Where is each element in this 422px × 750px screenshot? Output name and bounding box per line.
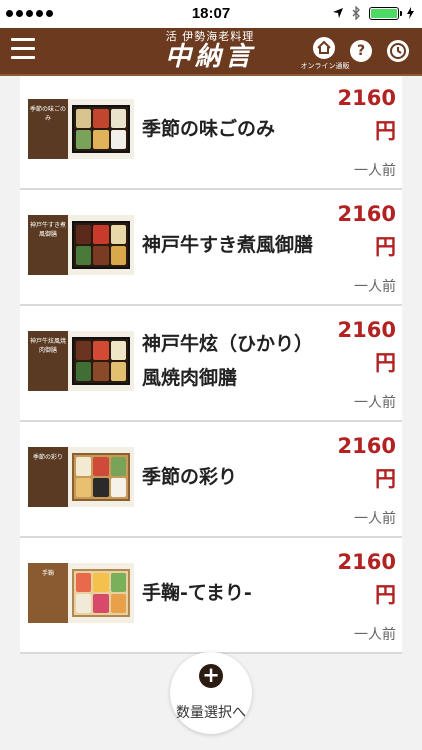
logo-title: 中納言 — [164, 42, 255, 72]
price-unit: 円 — [375, 235, 396, 259]
quantity-select-button[interactable]: + 数量選択へ — [170, 652, 252, 734]
product-thumbnail: 季節の味ごのみ — [28, 99, 134, 159]
hamburger-icon — [11, 38, 35, 41]
bento-box-image — [72, 453, 130, 501]
serving-size: 一人前 — [354, 279, 396, 295]
product-list: 季節の味ごのみ 季節の味ごのみ 2160 円 一人前 神戸牛すき煮風御膳 神戸牛… — [20, 76, 402, 654]
thumbnail-caption: 神戸牛炫風焼肉御膳 — [28, 331, 68, 391]
price-unit: 円 — [375, 583, 396, 607]
thumbnail-caption: 季節の彩り — [28, 447, 68, 507]
quantity-select-label: 数量選択へ — [176, 705, 246, 721]
question-mark-icon: ? — [356, 43, 366, 59]
product-list-container[interactable]: 季節の味ごのみ 季節の味ごのみ 2160 円 一人前 神戸牛すき煮風御膳 神戸牛… — [0, 76, 422, 750]
product-item[interactable]: 季節の彩り 季節の彩り 2160 円 一人前 — [20, 422, 402, 538]
price-unit: 円 — [375, 351, 396, 375]
home-button[interactable] — [313, 37, 335, 59]
price-amount: 2160 — [337, 434, 396, 458]
bluetooth-icon — [352, 6, 360, 20]
product-thumbnail: 神戸牛炫風焼肉御膳 — [28, 331, 134, 391]
price-unit: 円 — [375, 467, 396, 491]
location-arrow-icon — [333, 8, 343, 18]
serving-size: 一人前 — [354, 627, 396, 643]
product-item[interactable]: 手鞠 手鞠-てまり- 2160 円 一人前 — [20, 538, 402, 654]
battery-icon — [369, 6, 402, 20]
bento-box-image — [72, 105, 130, 153]
serving-size: 一人前 — [354, 163, 396, 179]
product-item[interactable]: 季節の味ごのみ 季節の味ごのみ 2160 円 一人前 — [20, 76, 402, 190]
product-name: 神戸牛炫（ひかり）風焼肉御膳 — [142, 333, 314, 389]
product-price: 2160 円 — [326, 198, 396, 264]
product-price: 2160 円 — [326, 430, 396, 496]
app-header: 活 伊勢海老料理 中納言 オンライン通販 ? — [0, 28, 422, 76]
price-amount: 2160 — [337, 202, 396, 226]
price-amount: 2160 — [337, 550, 396, 574]
product-price: 2160 円 — [326, 546, 396, 612]
product-item[interactable]: 神戸牛すき煮風御膳 神戸牛すき煮風御膳 2160 円 一人前 — [20, 190, 402, 306]
serving-size: 一人前 — [354, 395, 396, 411]
home-label: オンライン通販 — [300, 62, 350, 70]
product-thumbnail: 季節の彩り — [28, 447, 134, 507]
product-name: 季節の彩り — [142, 466, 238, 488]
home-icon — [317, 40, 331, 54]
serving-size: 一人前 — [354, 511, 396, 527]
brand-logo: 活 伊勢海老料理 中納言 — [140, 30, 280, 71]
product-thumbnail: 神戸牛すき煮風御膳 — [28, 215, 134, 275]
thumbnail-caption: 神戸牛すき煮風御膳 — [28, 215, 68, 275]
bento-box-image — [72, 221, 130, 269]
bento-box-image — [72, 569, 130, 617]
product-name: 季節の味ごのみ — [142, 118, 276, 140]
thumbnail-caption: 手鞠 — [28, 563, 68, 623]
charging-bolt-icon — [407, 7, 414, 19]
clock-icon — [390, 43, 406, 59]
history-button[interactable] — [387, 40, 409, 62]
product-item[interactable]: 神戸牛炫風焼肉御膳 神戸牛炫（ひかり）風焼肉御膳 2160 円 一人前 — [20, 306, 402, 422]
help-button[interactable]: ? — [350, 40, 372, 62]
menu-button[interactable] — [11, 38, 35, 60]
product-price: 2160 円 — [326, 314, 396, 380]
plus-circle-icon: + — [199, 664, 223, 688]
price-amount: 2160 — [337, 86, 396, 110]
product-price: 2160 円 — [326, 82, 396, 148]
product-name: 神戸牛すき煮風御膳 — [142, 234, 314, 256]
price-unit: 円 — [375, 119, 396, 143]
product-thumbnail: 手鞠 — [28, 563, 134, 623]
thumbnail-caption: 季節の味ごのみ — [28, 99, 68, 159]
product-name: 手鞠-てまり- — [142, 582, 252, 604]
status-bar: 18:07 — [0, 0, 422, 28]
price-amount: 2160 — [337, 318, 396, 342]
bento-box-image — [72, 337, 130, 385]
